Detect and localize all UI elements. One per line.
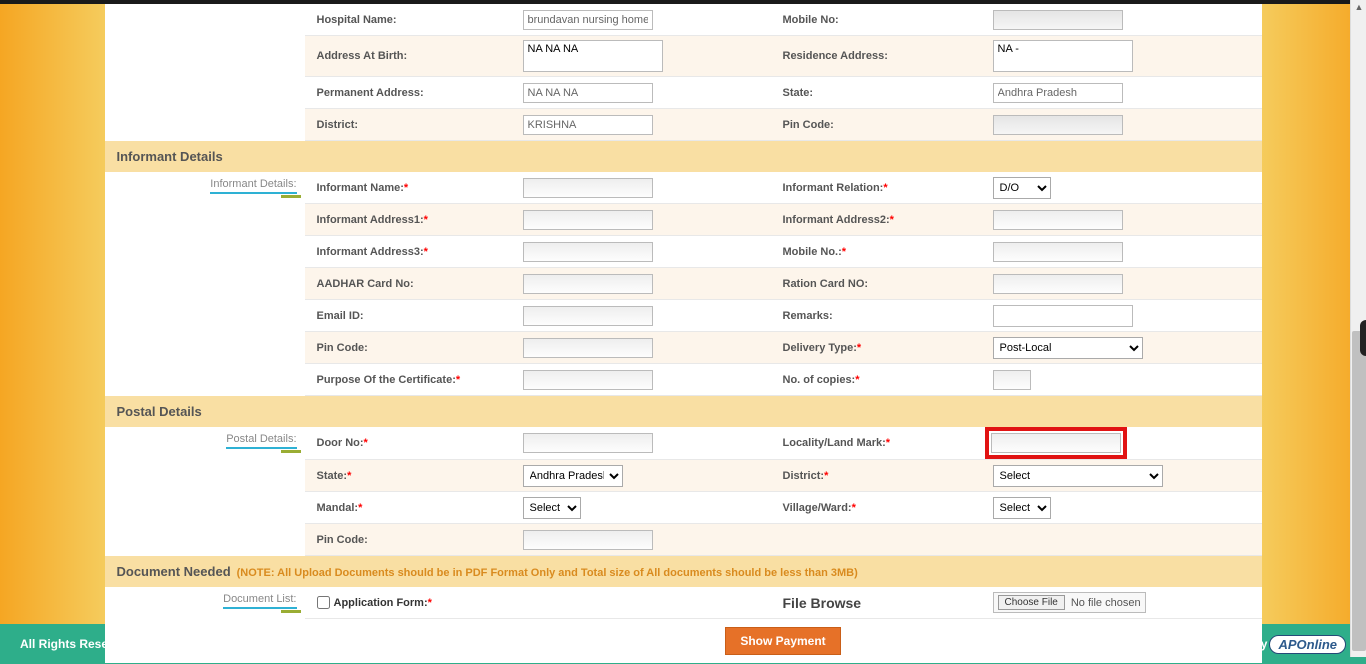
remarks-label: Remarks: <box>775 306 985 326</box>
address-at-birth-label: Address At Birth: <box>305 46 515 66</box>
postal-district-select[interactable]: Select <box>993 465 1163 487</box>
mobile-no-input <box>993 10 1123 30</box>
village-label: Village/Ward:* <box>775 498 985 518</box>
document-side-label: Document List: <box>223 593 296 609</box>
permanent-address-input <box>523 83 653 103</box>
aponline-logo: APOnline <box>1269 635 1346 654</box>
hospital-name-input <box>523 10 653 30</box>
remarks-input[interactable] <box>993 305 1133 327</box>
postal-district-label: District:* <box>775 466 985 486</box>
informant-address2-label: Informant Address2:* <box>775 210 985 230</box>
purpose-input[interactable] <box>523 370 653 390</box>
hospital-name-label: Hospital Name: <box>305 10 515 30</box>
door-no-label: Door No:* <box>305 433 515 453</box>
mandal-select[interactable]: Select <box>523 497 581 519</box>
right-edge-handle <box>1360 320 1366 356</box>
document-needed-header: Document Needed (NOTE: All Upload Docume… <box>105 556 1262 587</box>
aadhar-input[interactable] <box>523 274 653 294</box>
informant-details-header: Informant Details <box>105 141 1262 172</box>
locality-label: Locality/Land Mark:* <box>775 433 985 453</box>
state-input <box>993 83 1123 103</box>
informant-relation-select[interactable]: D/O <box>993 177 1051 199</box>
state-label: State: <box>775 83 985 103</box>
informant-mobile-input[interactable] <box>993 242 1123 262</box>
district-label: District: <box>305 115 515 135</box>
address-at-birth-input: NA NA NA <box>523 40 663 72</box>
informant-address3-label: Informant Address3:* <box>305 242 515 262</box>
show-payment-button[interactable]: Show Payment <box>725 627 840 655</box>
mobile-no-label: Mobile No: <box>775 10 985 30</box>
application-form-label: Application Form:* <box>334 597 432 609</box>
informant-pin-input[interactable] <box>523 338 653 358</box>
informant-side-label: Informant Details: <box>210 178 296 194</box>
residence-address-label: Residence Address: <box>775 46 985 66</box>
district-input <box>523 115 653 135</box>
choose-file-button[interactable]: Choose File <box>998 595 1065 610</box>
file-status-text: No file chosen <box>1071 597 1141 609</box>
residence-address-input: NA - <box>993 40 1133 72</box>
aadhar-label: AADHAR Card No: <box>305 274 515 294</box>
village-select[interactable]: Select <box>993 497 1051 519</box>
copies-input[interactable] <box>993 370 1031 390</box>
postal-pin-input[interactable] <box>523 530 653 550</box>
postal-state-select[interactable]: Andhra Pradesh <box>523 465 623 487</box>
birth-pin-code-label: Pin Code: <box>775 115 985 135</box>
informant-mobile-label: Mobile No.:* <box>775 242 985 262</box>
informant-name-input[interactable] <box>523 178 653 198</box>
ration-card-label: Ration Card NO: <box>775 274 985 294</box>
delivery-type-label: Delivery Type:* <box>775 338 985 358</box>
informant-address1-label: Informant Address1:* <box>305 210 515 230</box>
file-input[interactable]: Choose File No file chosen <box>993 592 1146 613</box>
postal-details-header: Postal Details <box>105 396 1262 427</box>
delivery-type-select[interactable]: Post-Local <box>993 337 1143 359</box>
locality-highlight <box>985 427 1127 459</box>
ration-card-input[interactable] <box>993 274 1123 294</box>
email-input[interactable] <box>523 306 653 326</box>
locality-input[interactable] <box>991 433 1121 453</box>
file-browse-label: File Browse <box>783 595 862 611</box>
informant-address3-input[interactable] <box>523 242 653 262</box>
purpose-label: Purpose Of the Certificate:* <box>305 370 515 390</box>
postal-state-label: State:* <box>305 466 515 486</box>
door-no-input[interactable] <box>523 433 653 453</box>
copies-label: No. of copies:* <box>775 370 985 390</box>
birth-pin-code-input <box>993 115 1123 135</box>
informant-relation-label: Informant Relation:* <box>775 178 985 198</box>
postal-side-label: Postal Details: <box>226 433 296 449</box>
mandal-label: Mandal:* <box>305 498 515 518</box>
permanent-address-label: Permanent Address: <box>305 83 515 103</box>
informant-name-label: Informant Name:* <box>305 178 515 198</box>
informant-address1-input[interactable] <box>523 210 653 230</box>
document-note: (NOTE: All Upload Documents should be in… <box>237 567 858 579</box>
informant-address2-input[interactable] <box>993 210 1123 230</box>
postal-pin-label: Pin Code: <box>305 530 515 550</box>
scrollbar-thumb[interactable] <box>1352 331 1366 651</box>
application-form-checkbox[interactable] <box>317 596 330 609</box>
scrollbar-up-arrow-icon[interactable]: ▲ <box>1352 0 1366 14</box>
email-label: Email ID: <box>305 306 515 326</box>
informant-pin-label: Pin Code: <box>305 338 515 358</box>
